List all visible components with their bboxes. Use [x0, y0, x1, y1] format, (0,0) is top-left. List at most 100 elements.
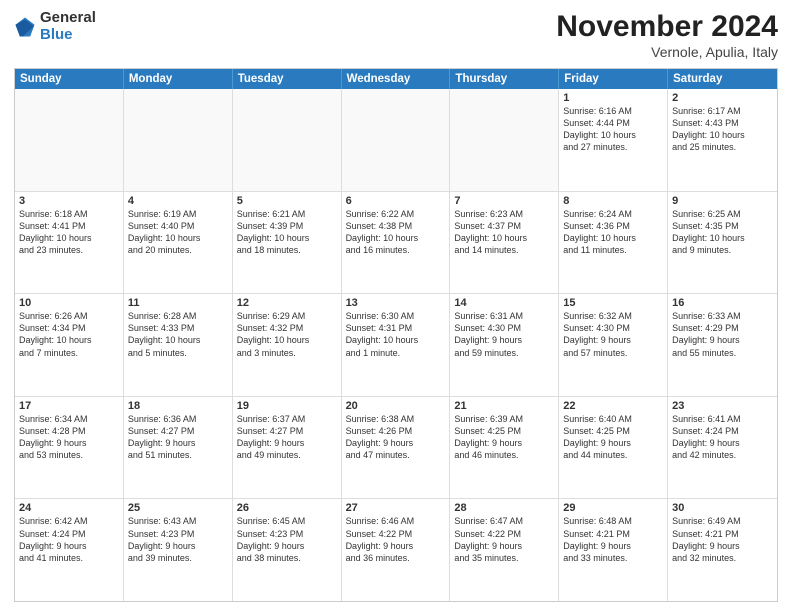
day-number: 10 — [19, 297, 119, 309]
day-number: 28 — [454, 502, 554, 514]
cal-cell-4-0: 24Sunrise: 6:42 AM Sunset: 4:24 PM Dayli… — [15, 499, 124, 601]
cal-cell-2-2: 12Sunrise: 6:29 AM Sunset: 4:32 PM Dayli… — [233, 294, 342, 396]
cal-cell-4-3: 27Sunrise: 6:46 AM Sunset: 4:22 PM Dayli… — [342, 499, 451, 601]
day-info: Sunrise: 6:28 AM Sunset: 4:33 PM Dayligh… — [128, 310, 228, 359]
cal-cell-0-2 — [233, 89, 342, 191]
day-info: Sunrise: 6:33 AM Sunset: 4:29 PM Dayligh… — [672, 310, 773, 359]
cal-cell-3-5: 22Sunrise: 6:40 AM Sunset: 4:25 PM Dayli… — [559, 397, 668, 499]
day-info: Sunrise: 6:39 AM Sunset: 4:25 PM Dayligh… — [454, 413, 554, 462]
logo-general-text: General — [40, 10, 96, 27]
day-number: 13 — [346, 297, 446, 309]
day-number: 22 — [563, 400, 663, 412]
day-number: 2 — [672, 92, 773, 104]
day-info: Sunrise: 6:22 AM Sunset: 4:38 PM Dayligh… — [346, 208, 446, 257]
day-info: Sunrise: 6:31 AM Sunset: 4:30 PM Dayligh… — [454, 310, 554, 359]
day-info: Sunrise: 6:21 AM Sunset: 4:39 PM Dayligh… — [237, 208, 337, 257]
cal-cell-1-5: 8Sunrise: 6:24 AM Sunset: 4:36 PM Daylig… — [559, 192, 668, 294]
cal-cell-4-4: 28Sunrise: 6:47 AM Sunset: 4:22 PM Dayli… — [450, 499, 559, 601]
logo-icon — [14, 16, 36, 38]
day-info: Sunrise: 6:18 AM Sunset: 4:41 PM Dayligh… — [19, 208, 119, 257]
cal-cell-4-5: 29Sunrise: 6:48 AM Sunset: 4:21 PM Dayli… — [559, 499, 668, 601]
day-number: 1 — [563, 92, 663, 104]
cal-cell-0-3 — [342, 89, 451, 191]
day-number: 29 — [563, 502, 663, 514]
cal-cell-2-6: 16Sunrise: 6:33 AM Sunset: 4:29 PM Dayli… — [668, 294, 777, 396]
day-info: Sunrise: 6:49 AM Sunset: 4:21 PM Dayligh… — [672, 515, 773, 564]
header-wednesday: Wednesday — [342, 69, 451, 89]
cal-cell-3-3: 20Sunrise: 6:38 AM Sunset: 4:26 PM Dayli… — [342, 397, 451, 499]
day-number: 23 — [672, 400, 773, 412]
day-number: 24 — [19, 502, 119, 514]
header-friday: Friday — [559, 69, 668, 89]
month-title: November 2024 — [556, 10, 778, 44]
day-number: 15 — [563, 297, 663, 309]
header-thursday: Thursday — [450, 69, 559, 89]
logo-text: General Blue — [40, 10, 96, 43]
day-number: 6 — [346, 195, 446, 207]
day-number: 16 — [672, 297, 773, 309]
cal-cell-4-1: 25Sunrise: 6:43 AM Sunset: 4:23 PM Dayli… — [124, 499, 233, 601]
day-info: Sunrise: 6:23 AM Sunset: 4:37 PM Dayligh… — [454, 208, 554, 257]
day-number: 5 — [237, 195, 337, 207]
day-info: Sunrise: 6:29 AM Sunset: 4:32 PM Dayligh… — [237, 310, 337, 359]
day-number: 7 — [454, 195, 554, 207]
cal-cell-0-0 — [15, 89, 124, 191]
logo: General Blue — [14, 10, 96, 43]
day-number: 17 — [19, 400, 119, 412]
header-tuesday: Tuesday — [233, 69, 342, 89]
calendar-row-0: 1Sunrise: 6:16 AM Sunset: 4:44 PM Daylig… — [15, 89, 777, 192]
cal-cell-3-2: 19Sunrise: 6:37 AM Sunset: 4:27 PM Dayli… — [233, 397, 342, 499]
day-info: Sunrise: 6:25 AM Sunset: 4:35 PM Dayligh… — [672, 208, 773, 257]
day-info: Sunrise: 6:38 AM Sunset: 4:26 PM Dayligh… — [346, 413, 446, 462]
day-number: 27 — [346, 502, 446, 514]
day-info: Sunrise: 6:36 AM Sunset: 4:27 PM Dayligh… — [128, 413, 228, 462]
day-number: 9 — [672, 195, 773, 207]
calendar-row-3: 17Sunrise: 6:34 AM Sunset: 4:28 PM Dayli… — [15, 397, 777, 500]
day-number: 21 — [454, 400, 554, 412]
header-sunday: Sunday — [15, 69, 124, 89]
day-info: Sunrise: 6:32 AM Sunset: 4:30 PM Dayligh… — [563, 310, 663, 359]
calendar: Sunday Monday Tuesday Wednesday Thursday… — [14, 68, 778, 602]
day-info: Sunrise: 6:16 AM Sunset: 4:44 PM Dayligh… — [563, 105, 663, 154]
header-monday: Monday — [124, 69, 233, 89]
cal-cell-0-1 — [124, 89, 233, 191]
calendar-header: Sunday Monday Tuesday Wednesday Thursday… — [15, 69, 777, 89]
day-number: 19 — [237, 400, 337, 412]
day-number: 18 — [128, 400, 228, 412]
day-info: Sunrise: 6:30 AM Sunset: 4:31 PM Dayligh… — [346, 310, 446, 359]
day-number: 30 — [672, 502, 773, 514]
cal-cell-1-6: 9Sunrise: 6:25 AM Sunset: 4:35 PM Daylig… — [668, 192, 777, 294]
cal-cell-1-2: 5Sunrise: 6:21 AM Sunset: 4:39 PM Daylig… — [233, 192, 342, 294]
day-info: Sunrise: 6:41 AM Sunset: 4:24 PM Dayligh… — [672, 413, 773, 462]
cal-cell-3-6: 23Sunrise: 6:41 AM Sunset: 4:24 PM Dayli… — [668, 397, 777, 499]
calendar-body: 1Sunrise: 6:16 AM Sunset: 4:44 PM Daylig… — [15, 89, 777, 601]
day-info: Sunrise: 6:43 AM Sunset: 4:23 PM Dayligh… — [128, 515, 228, 564]
day-number: 8 — [563, 195, 663, 207]
cal-cell-1-4: 7Sunrise: 6:23 AM Sunset: 4:37 PM Daylig… — [450, 192, 559, 294]
day-info: Sunrise: 6:40 AM Sunset: 4:25 PM Dayligh… — [563, 413, 663, 462]
cal-cell-2-4: 14Sunrise: 6:31 AM Sunset: 4:30 PM Dayli… — [450, 294, 559, 396]
cal-cell-4-2: 26Sunrise: 6:45 AM Sunset: 4:23 PM Dayli… — [233, 499, 342, 601]
cal-cell-1-3: 6Sunrise: 6:22 AM Sunset: 4:38 PM Daylig… — [342, 192, 451, 294]
cal-cell-0-4 — [450, 89, 559, 191]
day-info: Sunrise: 6:48 AM Sunset: 4:21 PM Dayligh… — [563, 515, 663, 564]
cal-cell-0-5: 1Sunrise: 6:16 AM Sunset: 4:44 PM Daylig… — [559, 89, 668, 191]
header: General Blue November 2024 Vernole, Apul… — [14, 10, 778, 60]
day-info: Sunrise: 6:26 AM Sunset: 4:34 PM Dayligh… — [19, 310, 119, 359]
cal-cell-3-1: 18Sunrise: 6:36 AM Sunset: 4:27 PM Dayli… — [124, 397, 233, 499]
day-info: Sunrise: 6:34 AM Sunset: 4:28 PM Dayligh… — [19, 413, 119, 462]
cal-cell-2-0: 10Sunrise: 6:26 AM Sunset: 4:34 PM Dayli… — [15, 294, 124, 396]
cal-cell-2-5: 15Sunrise: 6:32 AM Sunset: 4:30 PM Dayli… — [559, 294, 668, 396]
day-info: Sunrise: 6:45 AM Sunset: 4:23 PM Dayligh… — [237, 515, 337, 564]
cal-cell-4-6: 30Sunrise: 6:49 AM Sunset: 4:21 PM Dayli… — [668, 499, 777, 601]
day-info: Sunrise: 6:42 AM Sunset: 4:24 PM Dayligh… — [19, 515, 119, 564]
day-number: 25 — [128, 502, 228, 514]
day-info: Sunrise: 6:19 AM Sunset: 4:40 PM Dayligh… — [128, 208, 228, 257]
day-number: 12 — [237, 297, 337, 309]
logo-blue-text: Blue — [40, 27, 96, 44]
day-info: Sunrise: 6:37 AM Sunset: 4:27 PM Dayligh… — [237, 413, 337, 462]
day-number: 20 — [346, 400, 446, 412]
page: General Blue November 2024 Vernole, Apul… — [0, 0, 792, 612]
location-subtitle: Vernole, Apulia, Italy — [556, 44, 778, 60]
cal-cell-0-6: 2Sunrise: 6:17 AM Sunset: 4:43 PM Daylig… — [668, 89, 777, 191]
